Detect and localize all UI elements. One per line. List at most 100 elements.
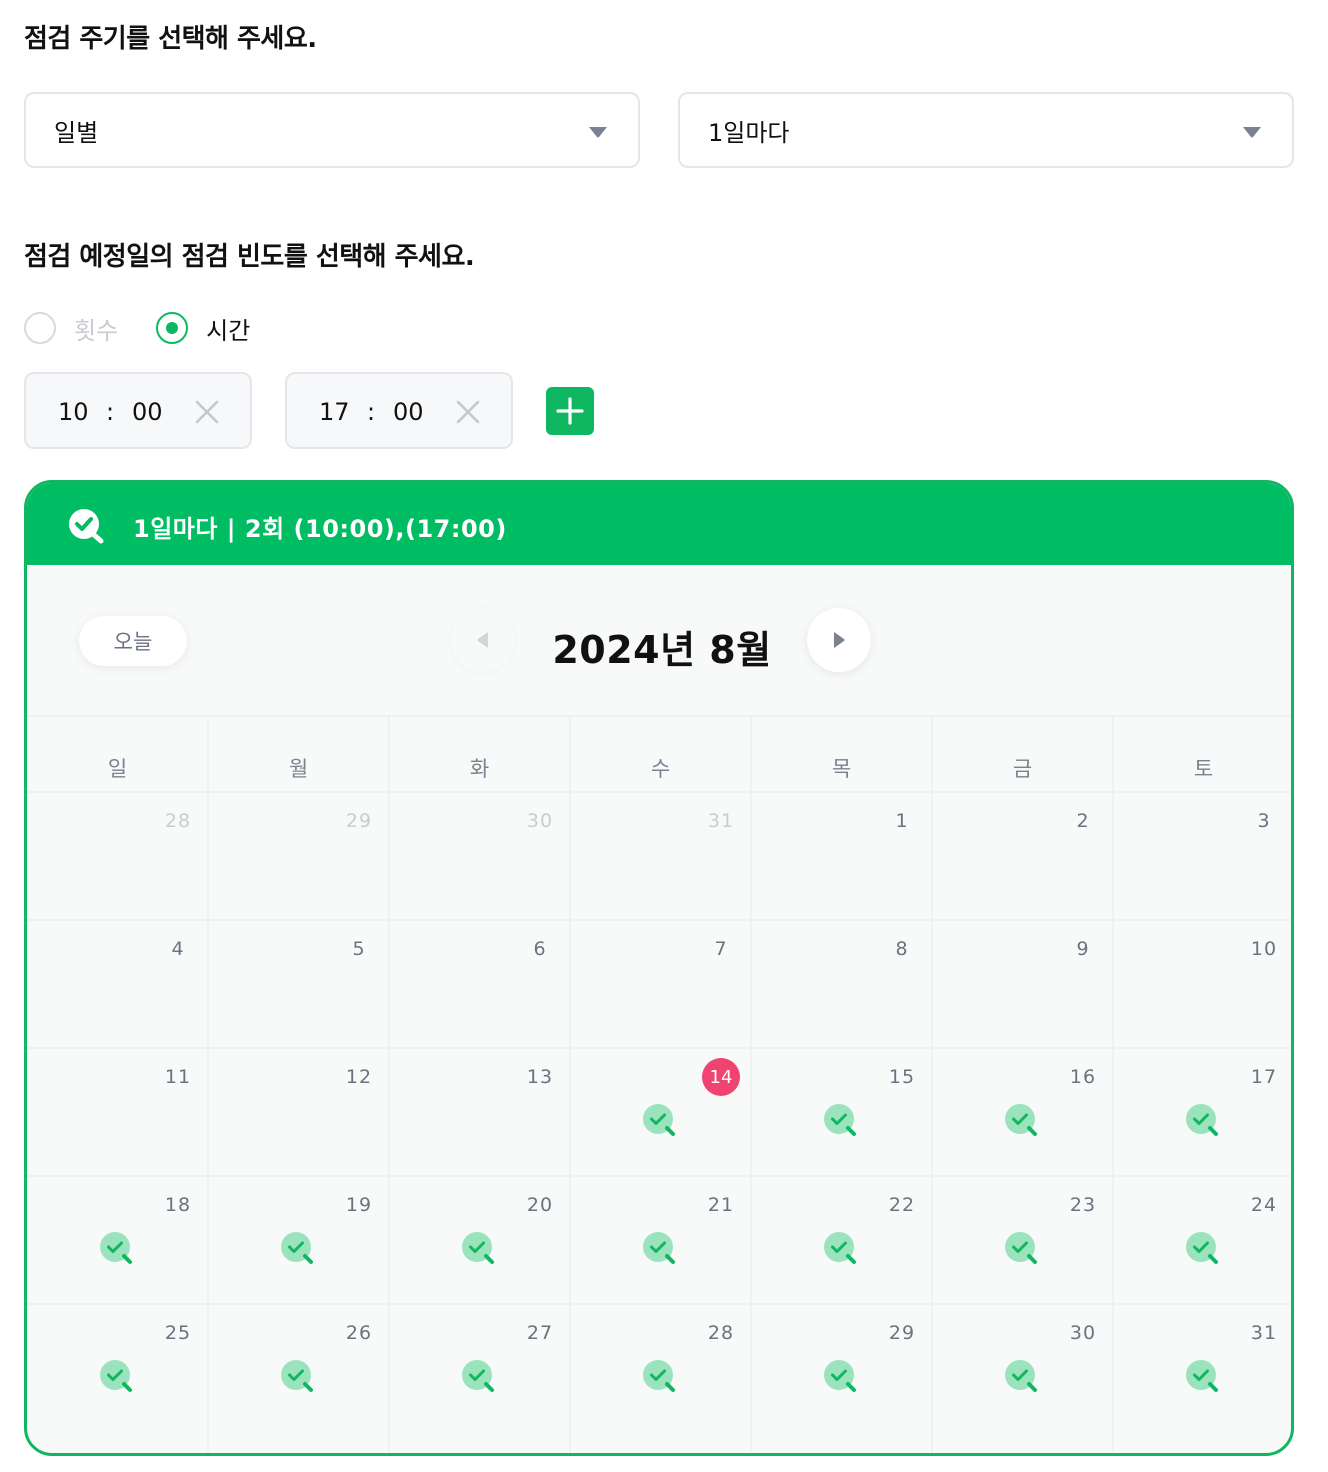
period-select-value: 일별 bbox=[54, 118, 99, 147]
scheduled-check-icon bbox=[1186, 1232, 1218, 1264]
calendar-date[interactable]: 3 bbox=[1244, 810, 1284, 832]
row-divider bbox=[27, 1047, 1291, 1049]
column-divider bbox=[750, 717, 752, 1453]
calendar-date[interactable]: 24 bbox=[1244, 1194, 1284, 1216]
scheduled-check-icon bbox=[643, 1104, 675, 1136]
calendar-date[interactable]: 25 bbox=[158, 1322, 198, 1344]
calendar-date[interactable]: 8 bbox=[882, 938, 922, 960]
calendar-date[interactable]: 2 bbox=[1063, 810, 1103, 832]
plus-icon bbox=[556, 397, 584, 425]
radio-time[interactable]: 시간 bbox=[156, 311, 250, 346]
add-time-button[interactable] bbox=[546, 387, 594, 435]
calendar-date[interactable]: 10 bbox=[1244, 938, 1284, 960]
prev-month-button[interactable] bbox=[451, 608, 515, 672]
time-minute[interactable]: 00 bbox=[132, 398, 163, 426]
scheduled-check-icon bbox=[824, 1360, 856, 1392]
calendar-date[interactable]: 22 bbox=[882, 1194, 922, 1216]
column-divider bbox=[569, 717, 571, 1453]
scheduled-check-icon bbox=[643, 1232, 675, 1264]
scheduled-check-icon bbox=[100, 1360, 132, 1392]
calendar-date[interactable]: 29 bbox=[882, 1322, 922, 1344]
scheduled-check-icon bbox=[1005, 1104, 1037, 1136]
calendar-date[interactable]: 28 bbox=[158, 810, 198, 832]
caret-down-icon bbox=[589, 127, 607, 138]
scheduled-check-icon bbox=[1005, 1232, 1037, 1264]
radio-circle-selected bbox=[156, 312, 189, 344]
scheduled-check-icon bbox=[281, 1360, 313, 1392]
calendar-date[interactable]: 27 bbox=[520, 1322, 560, 1344]
interval-select[interactable]: 1일마다 bbox=[678, 92, 1294, 168]
calendar-date[interactable]: 15 bbox=[882, 1066, 922, 1088]
caret-left-icon bbox=[477, 632, 488, 648]
remove-time-icon[interactable] bbox=[194, 399, 220, 425]
calendar-date[interactable]: 5 bbox=[339, 938, 379, 960]
calendar-date[interactable]: 11 bbox=[158, 1066, 198, 1088]
radio-time-label: 시간 bbox=[206, 316, 251, 345]
calendar-date[interactable]: 31 bbox=[1244, 1322, 1284, 1344]
row-divider bbox=[27, 1303, 1291, 1305]
scheduled-check-icon bbox=[281, 1232, 313, 1264]
column-divider bbox=[207, 717, 209, 1453]
calendar-date[interactable]: 28 bbox=[701, 1322, 741, 1344]
time-separator: : bbox=[367, 398, 376, 426]
today-date-badge[interactable]: 14 bbox=[702, 1058, 740, 1096]
calendar-date[interactable]: 23 bbox=[1063, 1194, 1103, 1216]
calendar-date[interactable]: 17 bbox=[1244, 1066, 1284, 1088]
calendar-card: 1일마다 | 2회 (10:00),(17:00) 오늘 2024년 8월 일 월… bbox=[24, 480, 1294, 1456]
calendar-date[interactable]: 30 bbox=[520, 810, 560, 832]
weekday-header: 화 bbox=[469, 757, 490, 781]
schedule-summary-banner: 1일마다 | 2회 (10:00),(17:00) bbox=[27, 483, 1291, 565]
calendar-date[interactable]: 9 bbox=[1063, 938, 1103, 960]
row-divider bbox=[27, 919, 1291, 921]
calendar-divider bbox=[27, 715, 1291, 717]
calendar-date[interactable]: 21 bbox=[701, 1194, 741, 1216]
calendar-date[interactable]: 18 bbox=[158, 1194, 198, 1216]
caret-right-icon bbox=[834, 632, 845, 648]
radio-count-label: 횟수 bbox=[74, 316, 119, 345]
calendar-date[interactable]: 20 bbox=[520, 1194, 560, 1216]
calendar-date[interactable]: 30 bbox=[1063, 1322, 1103, 1344]
weekday-header: 토 bbox=[1193, 757, 1214, 781]
calendar-date[interactable]: 12 bbox=[339, 1066, 379, 1088]
calendar-date[interactable]: 6 bbox=[520, 938, 560, 960]
column-divider bbox=[388, 717, 390, 1453]
scheduled-check-icon bbox=[824, 1104, 856, 1136]
calendar-date[interactable]: 31 bbox=[701, 810, 741, 832]
scheduled-check-icon bbox=[1186, 1360, 1218, 1392]
calendar-date[interactable]: 1 bbox=[882, 810, 922, 832]
calendar-date[interactable]: 26 bbox=[339, 1322, 379, 1344]
time-minute[interactable]: 00 bbox=[393, 398, 424, 426]
calendar-date[interactable]: 29 bbox=[339, 810, 379, 832]
column-divider bbox=[1112, 717, 1114, 1453]
time-input-1[interactable]: 10 : 00 bbox=[24, 372, 252, 449]
check-search-icon bbox=[69, 509, 104, 544]
frequency-radio-group: 횟수 시간 bbox=[24, 308, 288, 348]
section-title-frequency: 점검 예정일의 점검 빈도를 선택해 주세요. bbox=[24, 242, 475, 272]
calendar-date[interactable]: 7 bbox=[701, 938, 741, 960]
interval-select-value: 1일마다 bbox=[708, 118, 790, 147]
radio-count[interactable]: 횟수 bbox=[24, 311, 118, 346]
time-separator: : bbox=[106, 398, 115, 426]
calendar-date[interactable]: 4 bbox=[158, 938, 198, 960]
scheduled-check-icon bbox=[1186, 1104, 1218, 1136]
period-select[interactable]: 일별 bbox=[24, 92, 640, 168]
time-hour[interactable]: 17 bbox=[319, 398, 350, 426]
scheduled-check-icon bbox=[643, 1360, 675, 1392]
scheduled-check-icon bbox=[462, 1232, 494, 1264]
caret-down-icon bbox=[1243, 127, 1261, 138]
weekday-header: 월 bbox=[288, 757, 309, 781]
time-input-2[interactable]: 17 : 00 bbox=[285, 372, 513, 449]
next-month-button[interactable] bbox=[807, 608, 871, 672]
time-hour[interactable]: 10 bbox=[58, 398, 89, 426]
calendar-date[interactable]: 19 bbox=[339, 1194, 379, 1216]
weekday-header: 수 bbox=[650, 757, 671, 781]
calendar-date[interactable]: 13 bbox=[520, 1066, 560, 1088]
remove-time-icon[interactable] bbox=[455, 399, 481, 425]
row-divider bbox=[27, 1175, 1291, 1177]
today-button[interactable]: 오늘 bbox=[79, 616, 187, 666]
weekday-header: 목 bbox=[831, 757, 852, 781]
scheduled-check-icon bbox=[462, 1360, 494, 1392]
weekday-header: 금 bbox=[1012, 757, 1033, 781]
calendar-date[interactable]: 16 bbox=[1063, 1066, 1103, 1088]
radio-circle bbox=[24, 312, 56, 344]
